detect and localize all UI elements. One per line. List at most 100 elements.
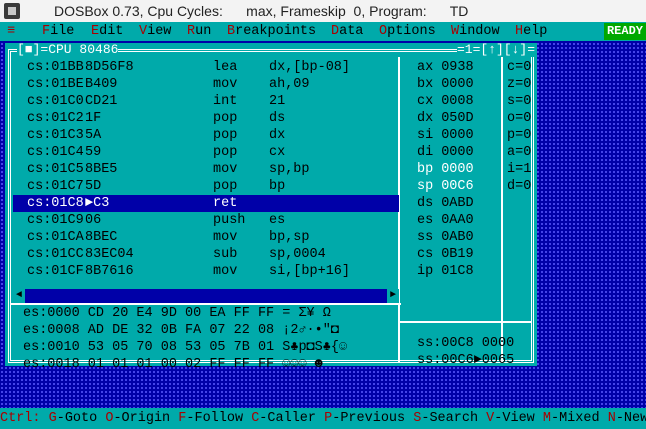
code-line[interactable]: cs:01C7 5D pop bp xyxy=(13,178,399,195)
menu-view[interactable]: View xyxy=(139,22,171,41)
dump-line[interactable]: es:0008 AD DE 32 0B FA 07 22 08 ¡2♂·•"◘ xyxy=(23,322,339,339)
code-bytes: 8BEC xyxy=(85,230,118,245)
scroll-left-icon[interactable]: ◄ xyxy=(13,289,25,303)
code-ops: bp xyxy=(269,179,286,194)
register-ip[interactable]: ip 01C8 xyxy=(417,263,474,280)
code-line[interactable]: cs:01BB 8D56F8 lea dx,[bp-08] xyxy=(13,59,399,76)
flag[interactable]: d=0 xyxy=(507,178,531,195)
code-line[interactable]: cs:01BE B409 mov ah,09 xyxy=(13,76,399,93)
menu-run[interactable]: Run xyxy=(187,22,211,41)
code-line[interactable]: cs:01C2 1F pop ds xyxy=(13,110,399,127)
register-bp[interactable]: bp 0000 xyxy=(417,161,474,178)
register-ds[interactable]: ds 0ABD xyxy=(417,195,474,212)
stack-line[interactable]: ss:00C6►0065 xyxy=(417,352,514,369)
status-key[interactable]: N xyxy=(608,411,616,426)
code-line[interactable]: cs:01C3 5A pop dx xyxy=(13,127,399,144)
register-name: cx xyxy=(417,94,434,109)
register-name: di xyxy=(417,145,434,160)
code-horizontal-scrollbar[interactable]: ◄ ► xyxy=(13,289,399,303)
code-ops: sp,bp xyxy=(269,162,310,177)
code-ops: sp,0004 xyxy=(269,247,326,262)
dump-line[interactable]: es:0010 53 05 70 08 53 05 7B 01 S♣p◘S♣{☺ xyxy=(23,339,347,356)
flag[interactable]: p=0 xyxy=(507,127,531,144)
flag[interactable]: z=0 xyxy=(507,76,531,93)
register-stack-divider xyxy=(398,321,531,323)
register-value: 0000 xyxy=(441,77,474,92)
code-addr: cs:01C8 xyxy=(27,196,84,211)
code-line[interactable]: cs:01C5 8BE5 mov sp,bp xyxy=(13,161,399,178)
code-line[interactable]: cs:01CC 83EC04 sub sp,0004 xyxy=(13,246,399,263)
flag[interactable]: i=1 xyxy=(507,161,531,178)
register-name: cs xyxy=(417,247,434,262)
dump-line[interactable]: es:0018 01 01 01 00 02 FF FF FF ☺☺☺ ☻ xyxy=(23,356,323,373)
code-bytes: 06 xyxy=(85,213,102,228)
status-key[interactable]: P xyxy=(324,411,332,426)
register-bx[interactable]: bx 0000 xyxy=(417,76,474,93)
code-addr: cs:01BE xyxy=(27,77,84,92)
code-bytes: 8D56F8 xyxy=(85,60,134,75)
flag[interactable]: s=0 xyxy=(507,93,531,110)
code-line[interactable]: cs:01C8 ►C3 ret xyxy=(13,195,399,212)
register-ss[interactable]: ss 0AB0 xyxy=(417,229,474,246)
code-addr: cs:01C0 xyxy=(27,94,84,109)
system-menu[interactable]: ≡ xyxy=(7,22,15,41)
code-line[interactable]: cs:01CA 8BEC mov bp,sp xyxy=(13,229,399,246)
register-cs[interactable]: cs 0B19 xyxy=(417,246,474,263)
status-key[interactable]: Ctrl: xyxy=(0,411,41,426)
code-bytes: CD21 xyxy=(85,94,118,109)
dump-line[interactable]: es:0000 CD 20 E4 9D 00 EA FF FF = Σ¥ Ω xyxy=(23,305,331,322)
stack-line[interactable]: ss:00C8 0000 xyxy=(417,335,514,352)
code-line[interactable]: cs:01C0 CD21 int 21 xyxy=(13,93,399,110)
register-value: 0008 xyxy=(441,94,474,109)
status-label: -Follow xyxy=(186,411,252,426)
scroll-right-icon[interactable]: ► xyxy=(387,289,399,303)
flag[interactable]: o=0 xyxy=(507,110,531,127)
code-mnem: int xyxy=(213,94,238,109)
cpu-window[interactable]: [■]=CPU 80486 =1=[↑][↓]= cs:01BB 8D56F8 le… xyxy=(5,43,537,372)
dosbox-app-icon[interactable] xyxy=(4,3,20,19)
code-addr: cs:01BB xyxy=(27,60,84,75)
code-line[interactable]: cs:01C4 59 pop cx xyxy=(13,144,399,161)
status-label xyxy=(41,411,49,426)
menu-window[interactable]: Window xyxy=(451,22,500,41)
status-label: -View xyxy=(494,411,543,426)
flag[interactable]: a=0 xyxy=(507,144,531,161)
menu-edit[interactable]: Edit xyxy=(91,22,123,41)
menu-options[interactable]: Options xyxy=(379,22,436,41)
code-mnem: mov xyxy=(213,264,238,279)
status-key[interactable]: M xyxy=(543,411,551,426)
code-bytes: 8BE5 xyxy=(85,162,118,177)
menu-help[interactable]: Help xyxy=(515,22,547,41)
register-value: 050D xyxy=(441,111,474,126)
code-addr: cs:01C4 xyxy=(27,145,84,160)
register-cx[interactable]: cx 0008 xyxy=(417,93,474,110)
code-addr: cs:01CC xyxy=(27,247,84,262)
status-label: -Previous xyxy=(332,411,414,426)
menu-data[interactable]: Data xyxy=(331,22,363,41)
flag[interactable]: c=0 xyxy=(507,59,531,76)
cpu-window-title[interactable]: [■]=CPU 80486 xyxy=(17,43,119,57)
register-es[interactable]: es 0AA0 xyxy=(417,212,474,229)
register-ax[interactable]: ax 0938 xyxy=(417,59,474,76)
code-ops: 21 xyxy=(269,94,286,109)
register-sp[interactable]: sp 00C6 xyxy=(417,178,474,195)
register-dx[interactable]: dx 050D xyxy=(417,110,474,127)
cpu-window-controls[interactable]: =1=[↑][↓]= xyxy=(457,43,536,57)
code-addr: cs:01C3 xyxy=(27,128,84,143)
register-name: dx xyxy=(417,111,434,126)
ready-indicator: READY xyxy=(603,23,646,40)
register-value: 0000 xyxy=(441,162,474,177)
register-name: es xyxy=(417,213,434,228)
register-value: 0AA0 xyxy=(441,213,474,228)
code-line[interactable]: cs:01C9 06 push es xyxy=(13,212,399,229)
menu-file[interactable]: File xyxy=(42,22,74,41)
status-label: -Search xyxy=(421,411,487,426)
register-di[interactable]: di 0000 xyxy=(417,144,474,161)
code-addr: cs:01C5 xyxy=(27,162,84,177)
menu-breakpoints[interactable]: Breakpoints xyxy=(227,22,316,41)
code-line[interactable]: cs:01CF 8B7616 mov si,[bp+16] xyxy=(13,263,399,280)
register-si[interactable]: si 0000 xyxy=(417,127,474,144)
scroll-track[interactable] xyxy=(25,289,387,303)
status-key[interactable]: G xyxy=(49,411,57,426)
register-name: bp xyxy=(417,162,434,177)
